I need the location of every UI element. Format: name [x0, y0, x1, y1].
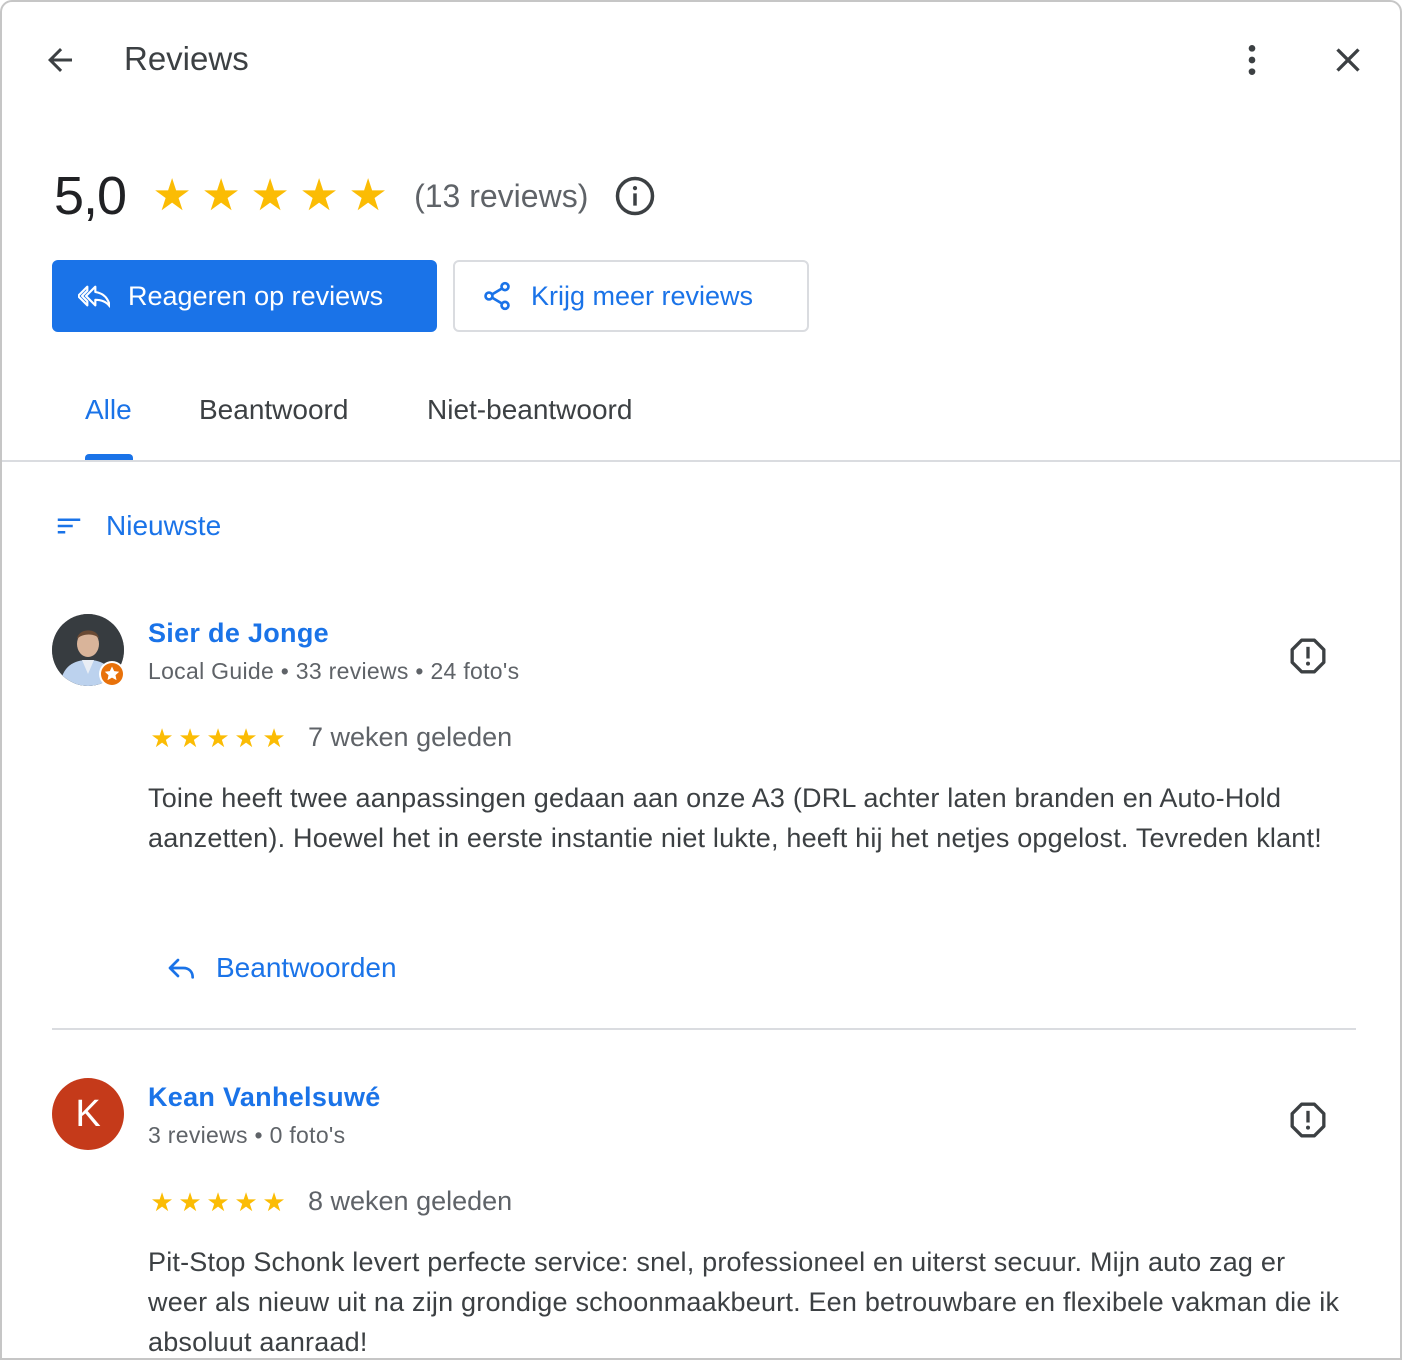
star-icon: ★ — [234, 1186, 258, 1217]
star-icon: ★ — [201, 171, 241, 220]
local-guide-badge-icon — [99, 661, 125, 687]
reviewer-meta: Local Guide • 33 reviews • 24 foto's — [148, 658, 520, 684]
review-author[interactable]: Sier de Jonge — [148, 618, 329, 649]
star-icon: ★ — [348, 171, 388, 220]
review-divider — [52, 1028, 1356, 1030]
star-icon: ★ — [178, 1186, 202, 1217]
review-rating-row: ★ ★ ★ ★ ★ 8 weken geleden — [148, 1186, 512, 1217]
dialog-title: Reviews — [124, 40, 249, 77]
reviewer-meta: 3 reviews • 0 foto's — [148, 1122, 346, 1148]
tab-all[interactable]: Alle — [85, 394, 132, 426]
star-icon: ★ — [150, 722, 174, 753]
avatar[interactable]: K — [52, 1078, 124, 1150]
close-icon — [1336, 48, 1360, 72]
action-buttons: Reageren op reviews Krijg meer reviews — [52, 260, 809, 332]
respond-to-reviews-label: Reageren op reviews — [128, 280, 384, 311]
star-icon: ★ — [178, 722, 202, 753]
review-count: (13 reviews) — [414, 177, 589, 214]
star-icon: ★ — [299, 171, 339, 220]
review-text: Pit-Stop Schonk levert perfecte service:… — [148, 1247, 1340, 1357]
star-icon: ★ — [150, 1186, 174, 1217]
star-icon: ★ — [206, 722, 230, 753]
review-item: K Kean Vanhelsuwé 3 reviews • 0 foto's ★… — [52, 1078, 1356, 1358]
review-time: 8 weken geleden — [308, 1186, 513, 1216]
reviews-dialog: Reviews 5,0 ★ ★ ★ ★ ★ (13 reviews) Reage… — [0, 0, 1402, 1360]
respond-to-reviews-button[interactable]: Reageren op reviews — [52, 260, 437, 332]
review-text: Toine heeft twee aanpassingen gedaan aan… — [148, 783, 1322, 853]
review-filter-tabs: Alle Beantwoord Niet-beantwoord — [2, 372, 1400, 462]
get-more-reviews-button[interactable]: Krijg meer reviews — [453, 260, 809, 332]
report-icon — [1290, 1102, 1326, 1138]
reply-label: Beantwoorden — [216, 952, 397, 983]
info-button[interactable] — [614, 175, 656, 217]
active-tab-indicator — [85, 454, 133, 460]
sort-icon — [57, 518, 81, 534]
sort-label: Nieuwste — [106, 510, 222, 541]
tab-answered[interactable]: Beantwoord — [199, 394, 348, 426]
avatar-letter: K — [75, 1092, 101, 1135]
review-author[interactable]: Kean Vanhelsuwé — [148, 1082, 381, 1113]
reply-all-icon — [78, 285, 110, 308]
get-more-reviews-label: Krijg meer reviews — [531, 280, 754, 311]
star-icon: ★ — [234, 722, 258, 753]
tab-unanswered[interactable]: Niet-beantwoord — [427, 394, 632, 426]
star-icon: ★ — [206, 1186, 230, 1217]
reply-icon — [168, 958, 194, 979]
review-stars: ★ ★ ★ ★ ★ — [148, 1189, 288, 1215]
report-review-button[interactable] — [1286, 1098, 1330, 1142]
back-button[interactable] — [36, 36, 84, 84]
more-vert-icon — [1248, 45, 1256, 75]
report-icon — [1290, 638, 1326, 674]
review-item: Sier de Jonge Local Guide • 33 reviews •… — [52, 614, 1356, 1034]
reply-button[interactable]: Beantwoorden — [166, 952, 397, 984]
avatar[interactable] — [52, 614, 125, 687]
average-score: 5,0 — [54, 166, 127, 226]
info-icon — [616, 176, 655, 216]
review-rating-row: ★ ★ ★ ★ ★ 7 weken geleden — [148, 722, 512, 753]
star-icon: ★ — [262, 722, 286, 753]
star-icon: ★ — [152, 171, 192, 220]
arrow-back-icon — [48, 48, 72, 72]
star-icon: ★ — [262, 1186, 286, 1217]
close-button[interactable] — [1324, 36, 1372, 84]
rating-summary: 5,0 ★ ★ ★ ★ ★ (13 reviews) — [54, 162, 656, 230]
star-icon: ★ — [250, 171, 290, 220]
share-icon — [484, 281, 510, 311]
review-stars: ★ ★ ★ ★ ★ — [148, 725, 288, 751]
dialog-header: Reviews — [2, 2, 1400, 118]
sort-button[interactable]: Nieuwste — [54, 510, 221, 542]
more-options-button[interactable] — [1228, 36, 1276, 84]
review-time: 7 weken geleden — [308, 722, 513, 752]
report-review-button[interactable] — [1286, 634, 1330, 678]
average-stars: ★ ★ ★ ★ ★ — [148, 174, 392, 218]
